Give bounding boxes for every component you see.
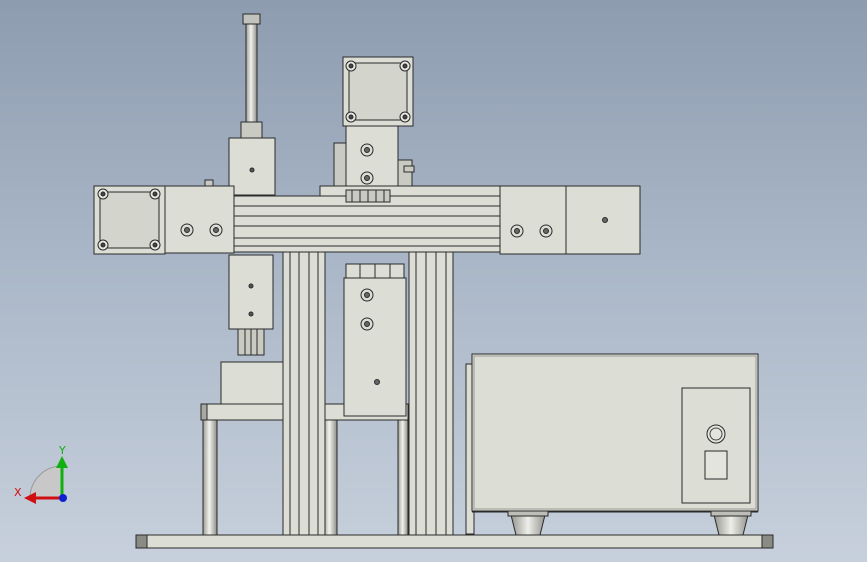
left-end-block (163, 185, 235, 254)
x-axis-rail (212, 185, 504, 253)
axis-triad: Y X (14, 444, 68, 504)
cad-front-view: Y X (14, 13, 774, 549)
x-axis-label: X (14, 486, 22, 499)
indicator-window (704, 450, 728, 480)
right-end-block (499, 185, 641, 255)
center-carriage (333, 125, 415, 417)
control-box (465, 353, 759, 535)
z-axis-cylinder (204, 13, 276, 356)
base-plate (135, 534, 774, 549)
left-stepper-motor (93, 185, 166, 255)
control-box-feet (507, 510, 752, 536)
y-axis-label: Y (58, 444, 66, 457)
top-stepper-motor (342, 56, 414, 127)
